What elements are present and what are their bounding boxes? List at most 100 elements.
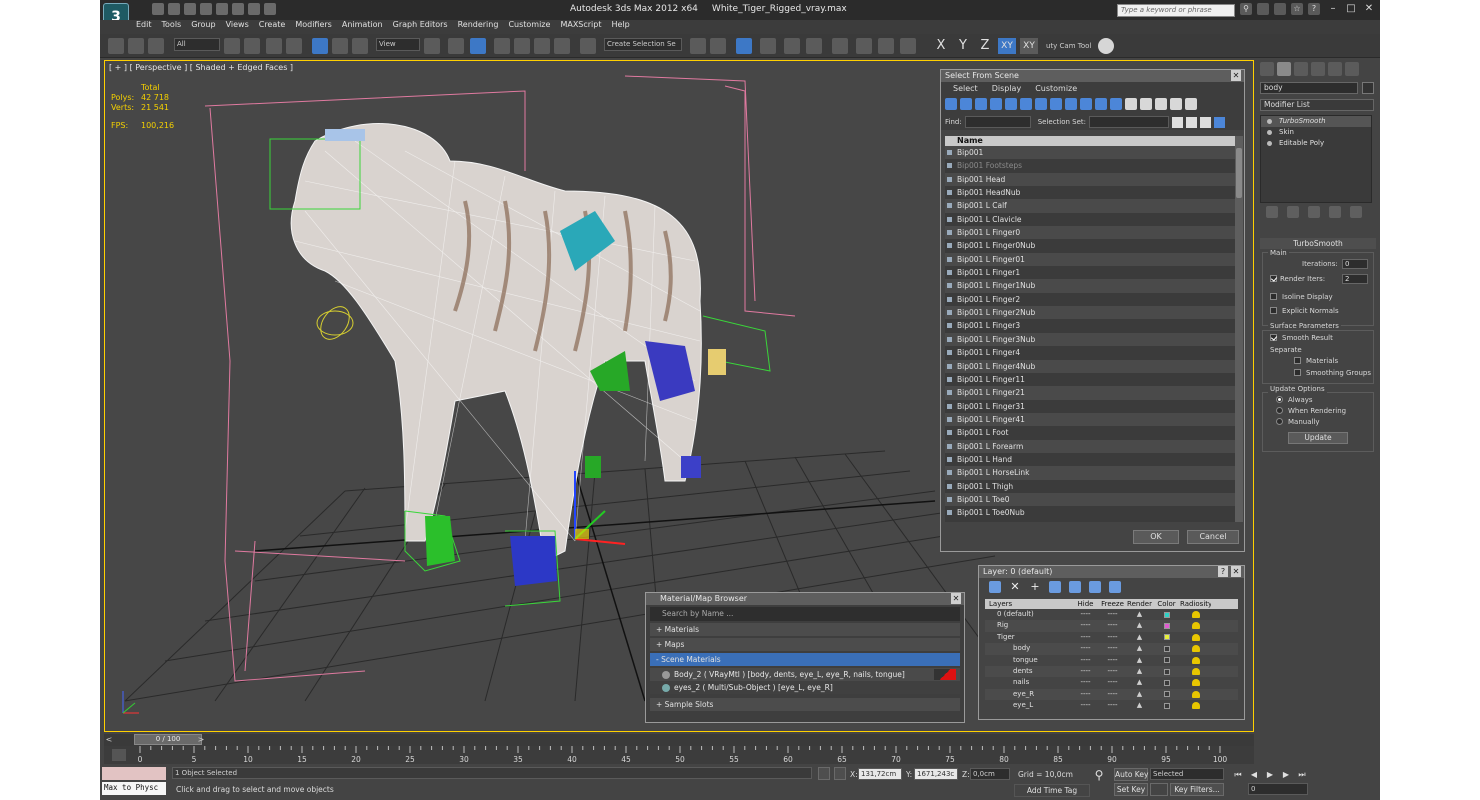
render-teapot-icon[interactable]: ▲ (1126, 643, 1153, 654)
select-manipulate-icon[interactable] (448, 38, 464, 54)
tiger-model[interactable] (290, 123, 702, 562)
select-none-icon[interactable] (1186, 116, 1198, 128)
material-editor-icon[interactable] (832, 38, 848, 54)
next-frame-icon[interactable]: > (196, 734, 206, 745)
motion-tab-icon[interactable] (1311, 62, 1325, 76)
col-radiosity[interactable]: Radiosity (1180, 599, 1211, 609)
stack-item-editable-poly[interactable]: Editable Poly (1261, 138, 1371, 149)
find-input[interactable] (964, 116, 1031, 128)
table-row[interactable]: Rig ---- ---- ▲ (985, 620, 1238, 632)
menu-create[interactable]: Create (259, 20, 286, 34)
list-item[interactable]: Bip001 HeadNub (945, 186, 1235, 199)
snaps-toggle-icon[interactable] (494, 38, 510, 54)
table-row[interactable]: dents ---- ---- ▲ (985, 665, 1238, 678)
layer-freeze-cell[interactable]: ---- (1099, 655, 1126, 666)
menu-help[interactable]: Help (612, 20, 630, 34)
hide-all-layers-icon[interactable] (1089, 581, 1101, 593)
radiosity-bulb-icon[interactable] (1180, 632, 1211, 643)
selection-set-dropdown[interactable] (1089, 116, 1170, 128)
cam-tool-icon[interactable] (1098, 38, 1114, 54)
maximize-viewport-icon[interactable] (1346, 784, 1358, 795)
col-color[interactable]: Color (1153, 599, 1180, 609)
absolute-mode-icon[interactable] (834, 767, 846, 780)
search-icon[interactable]: ⚲ (1240, 3, 1252, 15)
new-file-icon[interactable] (152, 3, 164, 15)
y-coord-field[interactable]: 1671,243c (914, 768, 958, 780)
layer-color-swatch[interactable] (1153, 643, 1180, 654)
render-teapot-icon[interactable]: ▲ (1126, 609, 1153, 620)
remove-modifier-icon[interactable] (1329, 206, 1341, 218)
display-bones-icon[interactable] (1065, 98, 1077, 110)
update-when-rendering-radio[interactable] (1276, 407, 1283, 414)
create-tab-icon[interactable] (1260, 62, 1274, 76)
restrict-xy-button[interactable]: XY (998, 38, 1016, 54)
table-row[interactable]: body ---- ---- ▲ (985, 643, 1238, 655)
qat-dropdown-icon[interactable] (264, 3, 276, 15)
list-item[interactable]: Bip001 L Finger3Nub (945, 332, 1235, 347)
modifier-list-dropdown[interactable]: Modifier List (1260, 99, 1374, 111)
list-item[interactable]: Bip001 L Foot (945, 426, 1235, 439)
pivot-center-icon[interactable] (424, 38, 440, 54)
menu-edit[interactable]: Edit (136, 20, 152, 34)
align-icon[interactable] (710, 38, 726, 54)
unlink-icon[interactable] (128, 38, 144, 54)
bind-space-warp-icon[interactable] (148, 38, 164, 54)
bulb-icon[interactable] (1267, 130, 1272, 135)
window-crossing-icon[interactable] (286, 38, 302, 54)
table-row[interactable]: eye_R ---- ---- ▲ (985, 688, 1238, 701)
restrict-y-button[interactable]: Y (954, 38, 972, 54)
select-and-link-icon[interactable] (108, 38, 124, 54)
radiosity-bulb-icon[interactable] (1180, 666, 1211, 677)
layer-color-swatch[interactable] (1153, 689, 1180, 700)
layer-name[interactable]: Rig (985, 620, 1072, 631)
select-dependents-icon[interactable] (1214, 116, 1226, 128)
menu-customize[interactable]: Customize (508, 20, 550, 34)
scene-object-list[interactable]: Name Bip001 Bip001 Footsteps Bip001 Head Bi… (945, 136, 1235, 522)
restrict-z-button[interactable]: Z (976, 38, 994, 54)
object-color-swatch[interactable] (1362, 82, 1374, 94)
materials-section[interactable]: + Materials (650, 623, 960, 636)
list-item[interactable]: Bip001 L Finger11 (945, 373, 1235, 386)
isoline-display-checkbox[interactable] (1270, 293, 1277, 300)
list-item[interactable]: Bip001 L Finger1Nub (945, 279, 1235, 293)
scrollbar-thumb[interactable] (1236, 148, 1242, 198)
stack-item-turbosmooth[interactable]: TurboSmooth (1261, 116, 1371, 127)
maxscript-listener-output[interactable] (102, 767, 166, 780)
time-slider[interactable]: < 0 / 100 > (104, 734, 1254, 746)
key-mode-dropdown[interactable]: Selected (1150, 768, 1224, 780)
key-icon[interactable]: ⚲ (1090, 769, 1108, 783)
layer-color-swatch[interactable] (1153, 655, 1180, 666)
list-item[interactable]: Bip001 L Finger2 (945, 293, 1235, 306)
render-setup-icon[interactable] (856, 38, 872, 54)
display-xrefs-icon[interactable] (1050, 98, 1062, 110)
menu-graph-editors[interactable]: Graph Editors (393, 20, 448, 34)
layer-freeze-cell[interactable]: ---- (1099, 620, 1126, 631)
layer-hide-cell[interactable]: ---- (1072, 689, 1099, 700)
display-helpers-icon[interactable] (1005, 98, 1017, 110)
select-and-move-icon[interactable] (312, 38, 328, 54)
layer-color-swatch[interactable] (1153, 620, 1180, 631)
list-item[interactable]: Bip001 L Forearm (945, 439, 1235, 453)
go-to-end-icon[interactable]: ⏭ (1296, 769, 1308, 780)
walk-through-icon[interactable] (1330, 784, 1342, 795)
render-production-icon[interactable] (900, 38, 916, 54)
select-object-icon[interactable] (224, 38, 240, 54)
select-and-rotate-icon[interactable] (332, 38, 348, 54)
layer-hide-cell[interactable]: ---- (1072, 620, 1099, 631)
render-teapot-icon[interactable]: ▲ (1126, 689, 1153, 700)
layer-freeze-cell[interactable]: ---- (1099, 666, 1126, 677)
sample-slots-section[interactable]: + Sample Slots (650, 698, 960, 711)
display-cameras-icon[interactable] (990, 98, 1002, 110)
angle-snap-icon[interactable] (514, 38, 530, 54)
render-teapot-icon[interactable]: ▲ (1126, 700, 1153, 711)
object-name-field[interactable]: body (1260, 82, 1358, 94)
ok-button[interactable]: OK (1133, 530, 1179, 544)
redo-icon[interactable] (216, 3, 228, 15)
render-teapot-icon[interactable]: ▲ (1126, 620, 1153, 631)
table-row[interactable]: Tiger ---- ---- ▲ (985, 632, 1238, 643)
layer-color-swatch[interactable] (1153, 632, 1180, 643)
named-selection-dropdown[interactable]: Create Selection Se (604, 38, 682, 51)
list-item[interactable]: Bip001 L Finger0 (945, 226, 1235, 240)
viewport-label[interactable]: [ + ] [ Perspective ] [ Shaded + Edged F… (109, 63, 293, 72)
x-coord-field[interactable]: 131,72cm (858, 768, 902, 780)
